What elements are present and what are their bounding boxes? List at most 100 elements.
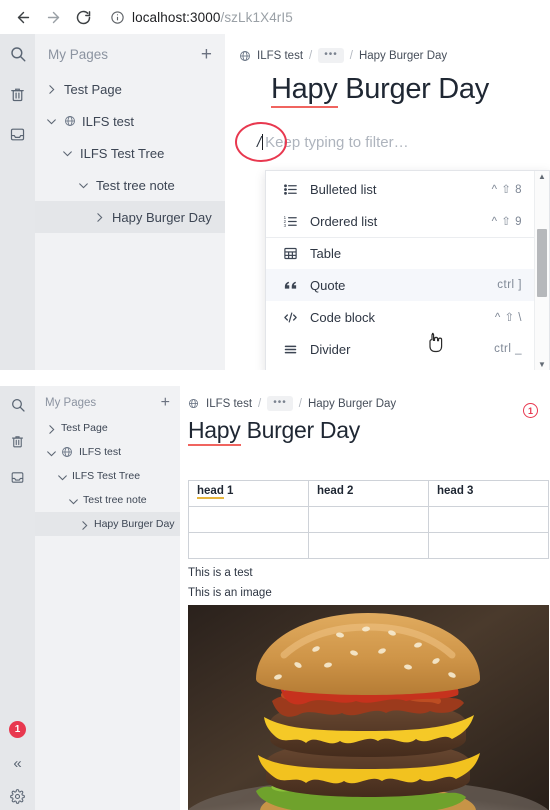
inbox-icon[interactable] <box>8 467 28 487</box>
collapse-sidebar-button[interactable]: « <box>8 753 28 773</box>
chevron-right-icon[interactable] <box>45 83 58 96</box>
chevron-right-icon[interactable] <box>45 423 55 434</box>
table-header-cell[interactable]: head 2 <box>308 480 429 507</box>
reload-icon <box>76 10 90 24</box>
table-cell[interactable] <box>308 506 429 533</box>
paragraph-text[interactable]: This is an image <box>188 587 550 599</box>
menu-item-table[interactable]: Table <box>266 237 534 269</box>
chevron-right-icon[interactable] <box>78 519 88 530</box>
menu-item-divider[interactable]: Divider ctrl _ <box>266 333 534 365</box>
table-cell[interactable] <box>428 506 549 533</box>
trash-icon[interactable] <box>8 84 28 104</box>
breadcrumb-current[interactable]: Hapy Burger Day <box>308 398 396 410</box>
reload-button[interactable] <box>68 2 98 32</box>
content-image[interactable]: 1 <box>188 605 549 810</box>
site-info-icon[interactable] <box>110 10 125 25</box>
breadcrumb-separator-2: / <box>298 397 302 410</box>
breadcrumb-separator-2: / <box>349 49 353 62</box>
page-tree-top: My Pages + Test Page ILFS test ILFS Test T… <box>35 34 225 370</box>
slash-filter-row[interactable]: / Keep typing to filter… <box>235 122 550 162</box>
chevron-down-icon[interactable] <box>77 179 90 192</box>
search-icon[interactable] <box>8 44 28 64</box>
gear-icon[interactable] <box>8 786 28 806</box>
sidebar-item-label: Test Page <box>61 422 108 434</box>
table-cell[interactable] <box>428 532 549 559</box>
table-cell[interactable] <box>308 532 429 559</box>
address-bar[interactable]: localhost:3000/szLk1X4rI5 <box>110 4 550 30</box>
content-table[interactable]: head 1 head 2 head 3 <box>188 480 549 559</box>
quote-icon <box>282 277 299 294</box>
page-title[interactable]: Hapy Burger Day <box>225 63 550 108</box>
breadcrumb: ILFS test / ••• / Hapy Burger Day <box>225 34 550 63</box>
chevron-down-icon[interactable] <box>61 147 74 160</box>
table-row[interactable] <box>188 532 549 559</box>
table-row[interactable] <box>188 506 549 533</box>
browser-toolbar: localhost:3000/szLk1X4rI5 <box>0 0 550 34</box>
table-header-cell[interactable]: head 3 <box>428 480 549 507</box>
breadcrumb-ellipsis-button[interactable]: ••• <box>267 396 293 411</box>
sidebar-item-ilfs-test[interactable]: ILFS test <box>35 105 225 137</box>
app-panel-top: My Pages + Test Page ILFS test ILFS Test T… <box>0 34 550 370</box>
page-title[interactable]: Hapy Burger Day <box>180 411 550 446</box>
menu-scrollbar[interactable]: ▲ ▼ <box>534 171 549 370</box>
breadcrumb-ellipsis-button[interactable]: ••• <box>318 48 344 63</box>
breadcrumb-current[interactable]: Hapy Burger Day <box>359 50 447 62</box>
table-head: head 1 head 2 head 3 <box>188 480 549 507</box>
trash-icon[interactable] <box>8 431 28 451</box>
menu-item-label: Table <box>310 246 342 261</box>
notification-badge[interactable]: 1 <box>9 721 26 738</box>
menu-item-quote[interactable]: Quote ctrl ] <box>266 269 534 301</box>
sidebar-item-ilfs-test[interactable]: ILFS test <box>35 440 180 464</box>
sidebar-item-label: ILFS test <box>79 446 122 458</box>
scroll-up-arrow[interactable]: ▲ <box>538 173 546 181</box>
menu-item-code-block[interactable]: Code block ^ ⇧ \ <box>266 301 534 333</box>
menu-item-shortcut: ^ ⇧ 8 <box>491 184 522 196</box>
tree-rows-top: Test Page ILFS test ILFS Test Tree Test tre… <box>35 73 225 233</box>
paragraph-text[interactable]: This is a test <box>188 567 550 579</box>
inbox-icon[interactable] <box>8 124 28 144</box>
tree-rows-bottom: Test Page ILFS test ILFS Test Tree Test tre… <box>35 416 180 536</box>
mouse-cursor-pointer <box>429 332 443 353</box>
page-tree-bottom: My Pages + Test Page ILFS test ILFS Test T… <box>35 386 180 810</box>
back-button[interactable] <box>8 2 38 32</box>
slash-command-menu[interactable]: Bulleted list ^ ⇧ 8 1 2 3 Ordered list ^ ⇧ 9 Ta… <box>265 170 550 370</box>
menu-item-ordered-list[interactable]: 1 2 3 Ordered list ^ ⇧ 9 <box>266 205 534 237</box>
sidebar-item-hapy-burger-day[interactable]: Hapy Burger Day <box>35 201 225 233</box>
table-cell[interactable] <box>188 506 309 533</box>
chevron-down-icon[interactable] <box>67 495 78 505</box>
add-page-button[interactable]: + <box>201 45 212 64</box>
scroll-down-arrow[interactable]: ▼ <box>538 361 546 369</box>
sidebar-item-test-tree-note[interactable]: Test tree note <box>35 169 225 201</box>
annotation-badge-title: 1 <box>523 403 538 418</box>
svg-text:3: 3 <box>284 223 287 228</box>
tree-header-bottom: My Pages + <box>35 386 180 416</box>
sidebar-item-label: ILFS Test Tree <box>80 145 165 161</box>
slash-menu-list: Bulleted list ^ ⇧ 8 1 2 3 Ordered list ^ ⇧ 9 Ta… <box>266 171 534 370</box>
table-cell[interactable] <box>188 532 309 559</box>
scrollbar-track[interactable] <box>535 181 549 361</box>
menu-item-bulleted-list[interactable]: Bulleted list ^ ⇧ 8 <box>266 173 534 205</box>
sidebar-item-test-page[interactable]: Test Page <box>35 416 180 440</box>
forward-button[interactable] <box>38 2 68 32</box>
sidebar-item-test-page[interactable]: Test Page <box>35 73 225 105</box>
chevron-down-icon[interactable] <box>56 471 67 481</box>
table-header-cell[interactable]: head 1 <box>188 480 309 507</box>
sidebar-item-test-tree-note[interactable]: Test tree note <box>35 488 180 512</box>
breadcrumb-root[interactable]: ILFS test <box>206 398 252 410</box>
chevron-right-icon[interactable] <box>93 211 106 224</box>
chevron-down-icon[interactable] <box>45 447 56 457</box>
scrollbar-thumb[interactable] <box>537 229 547 297</box>
menu-item-label: Code block <box>310 309 376 325</box>
sidebar-item-ilfs-test-tree[interactable]: ILFS Test Tree <box>35 464 180 488</box>
chevron-down-icon[interactable] <box>45 115 58 128</box>
add-page-button[interactable]: + <box>161 395 170 411</box>
search-icon[interactable] <box>8 395 28 415</box>
sidebar-item-hapy-burger-day[interactable]: Hapy Burger Day <box>35 512 180 536</box>
sidebar-item-label: Hapy Burger Day <box>94 518 175 530</box>
rail-bottom-group: 1 « <box>8 721 28 810</box>
header-highlighted-word: head <box>197 485 224 499</box>
url-text: localhost:3000/szLk1X4rI5 <box>132 10 293 25</box>
breadcrumb-root[interactable]: ILFS test <box>257 50 303 62</box>
icon-rail-top <box>0 34 35 370</box>
sidebar-item-ilfs-test-tree[interactable]: ILFS Test Tree <box>35 137 225 169</box>
